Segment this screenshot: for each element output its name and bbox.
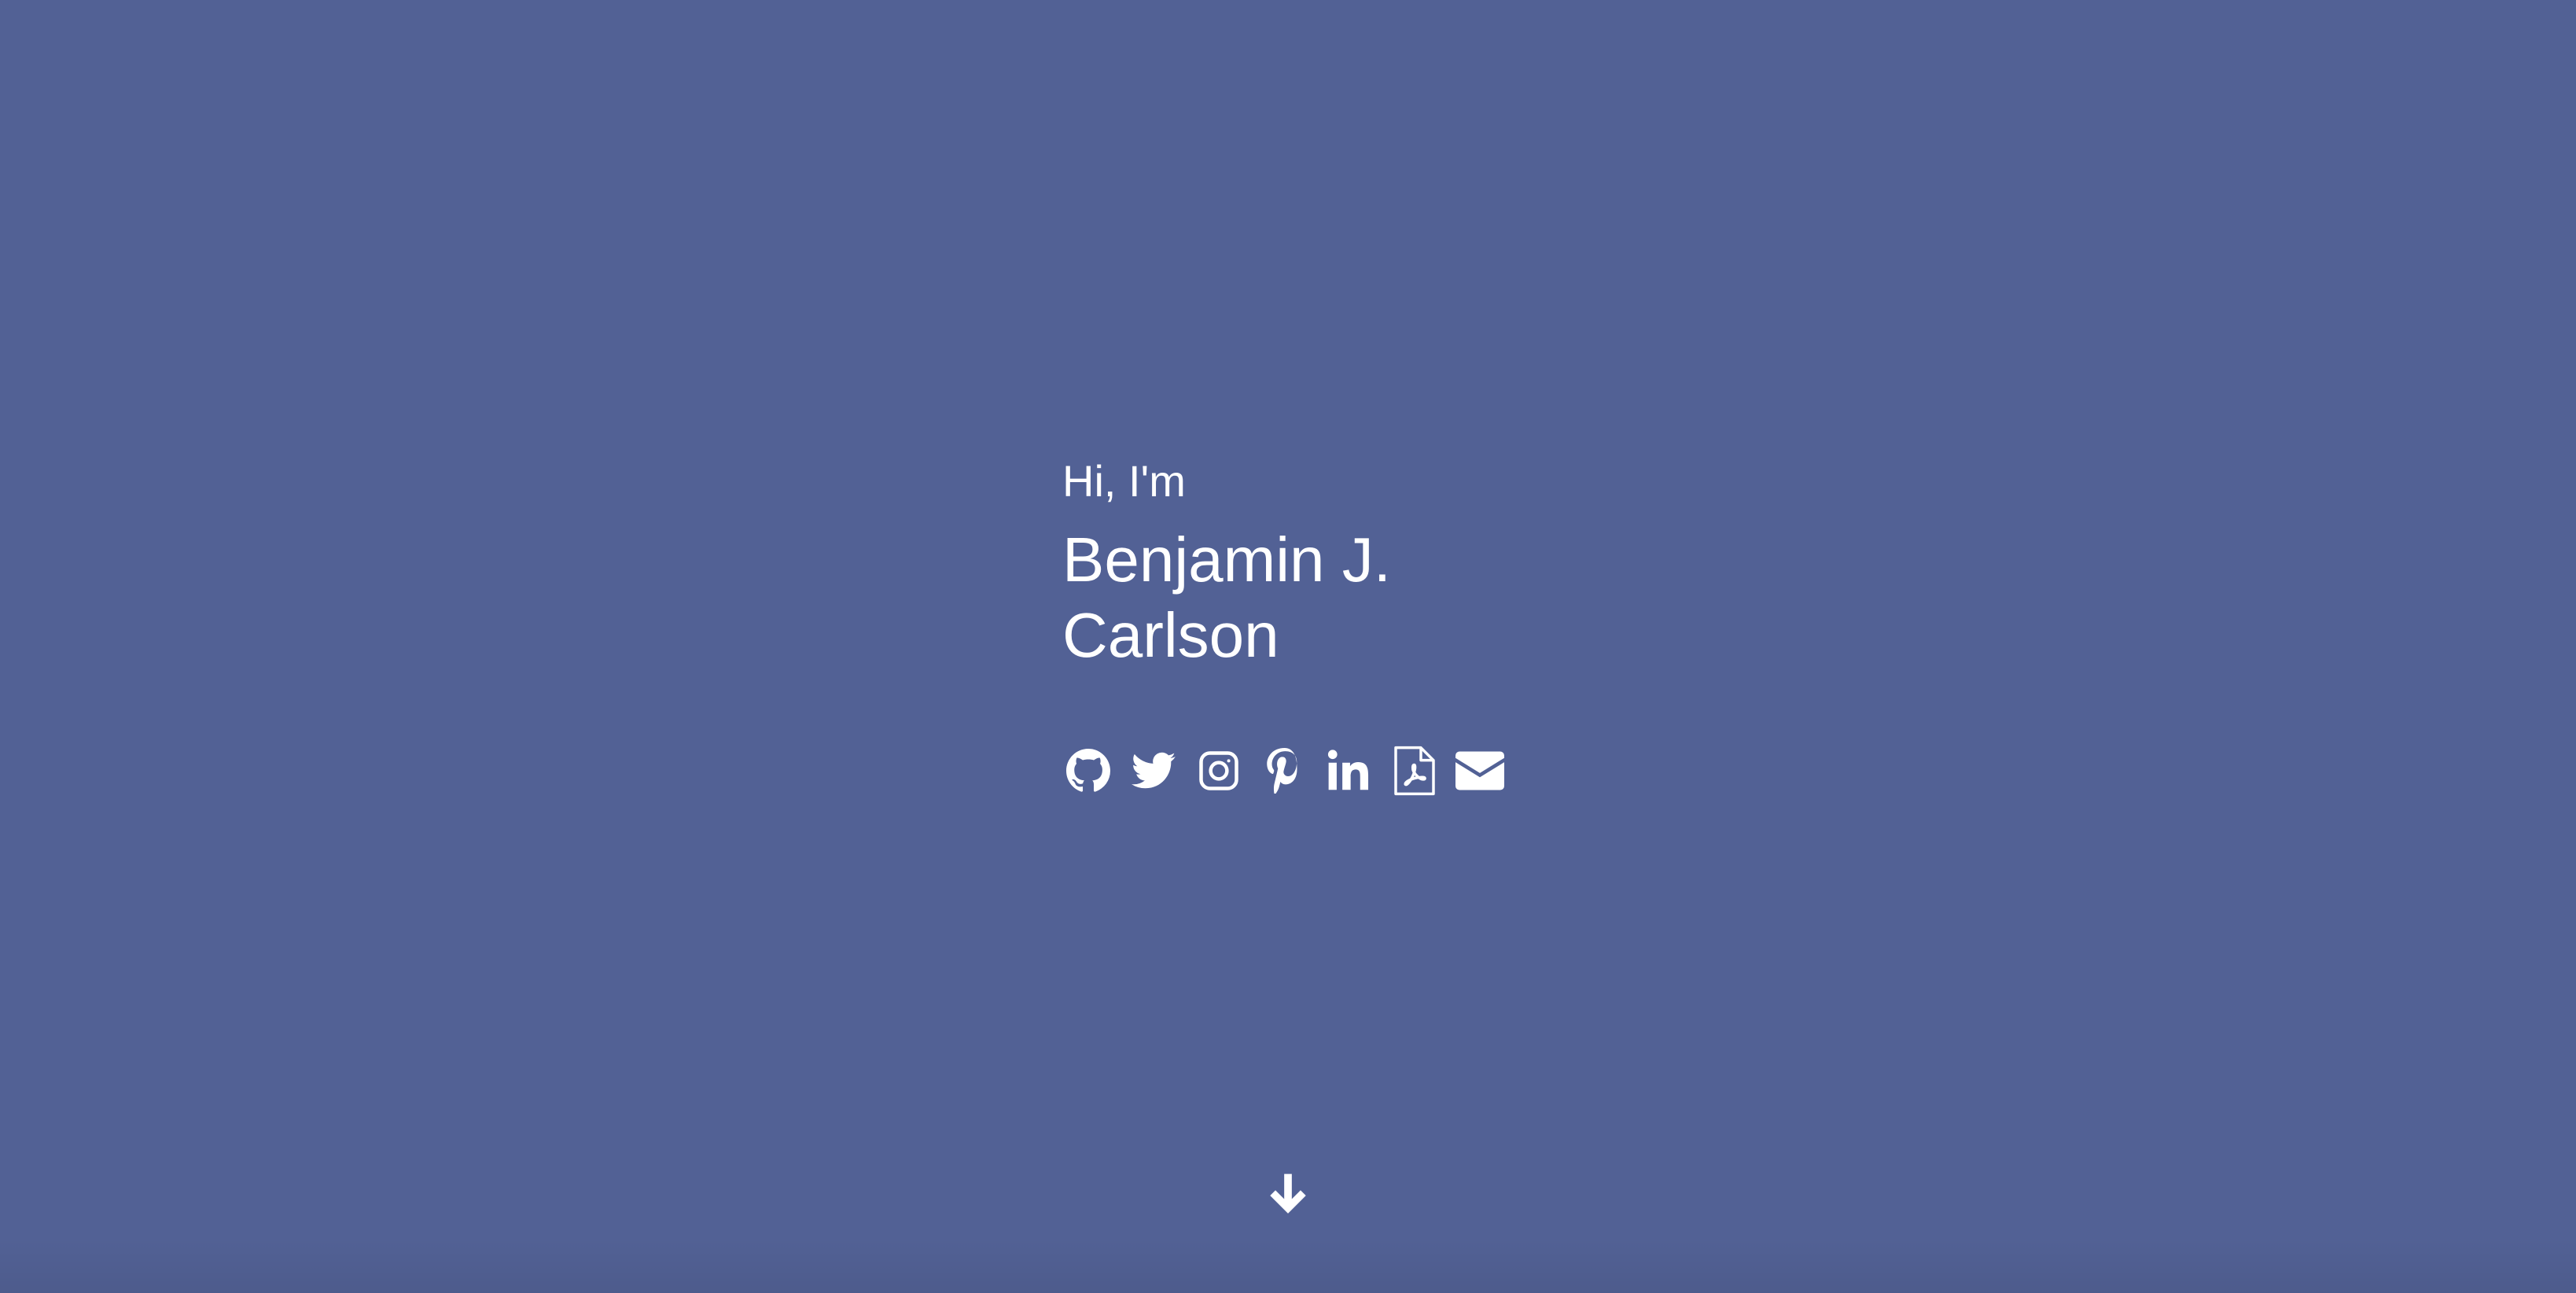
instagram-icon	[1198, 750, 1240, 792]
hero-section: Hi, I'm Benjamin J. Carlson	[0, 0, 2576, 1293]
name-line-1: Benjamin J.	[1062, 525, 1391, 595]
arrow-down-icon	[1265, 1171, 1311, 1221]
linkedin-link[interactable]	[1323, 742, 1375, 799]
pinterest-link[interactable]	[1258, 742, 1310, 799]
github-link[interactable]	[1062, 742, 1114, 799]
bottom-shadow	[0, 1238, 2576, 1293]
github-icon	[1066, 749, 1110, 793]
linkedin-icon	[1327, 749, 1371, 793]
instagram-link[interactable]	[1193, 742, 1245, 799]
twitter-icon	[1132, 752, 1176, 790]
intro-block: Hi, I'm Benjamin J. Carlson	[1062, 450, 1613, 673]
twitter-link[interactable]	[1128, 742, 1179, 799]
pdf-file-icon	[1393, 746, 1436, 796]
envelope-icon	[1455, 751, 1504, 790]
scroll-down-button[interactable]	[1264, 1170, 1312, 1221]
email-link[interactable]	[1454, 742, 1506, 799]
name-heading: Benjamin J. Carlson	[1062, 522, 1613, 673]
resume-pdf-link[interactable]	[1389, 742, 1441, 799]
pinterest-icon	[1266, 748, 1302, 794]
social-links	[1062, 742, 1506, 799]
greeting-text: Hi, I'm	[1062, 456, 1186, 506]
name-line-2: Carlson	[1062, 600, 1279, 670]
